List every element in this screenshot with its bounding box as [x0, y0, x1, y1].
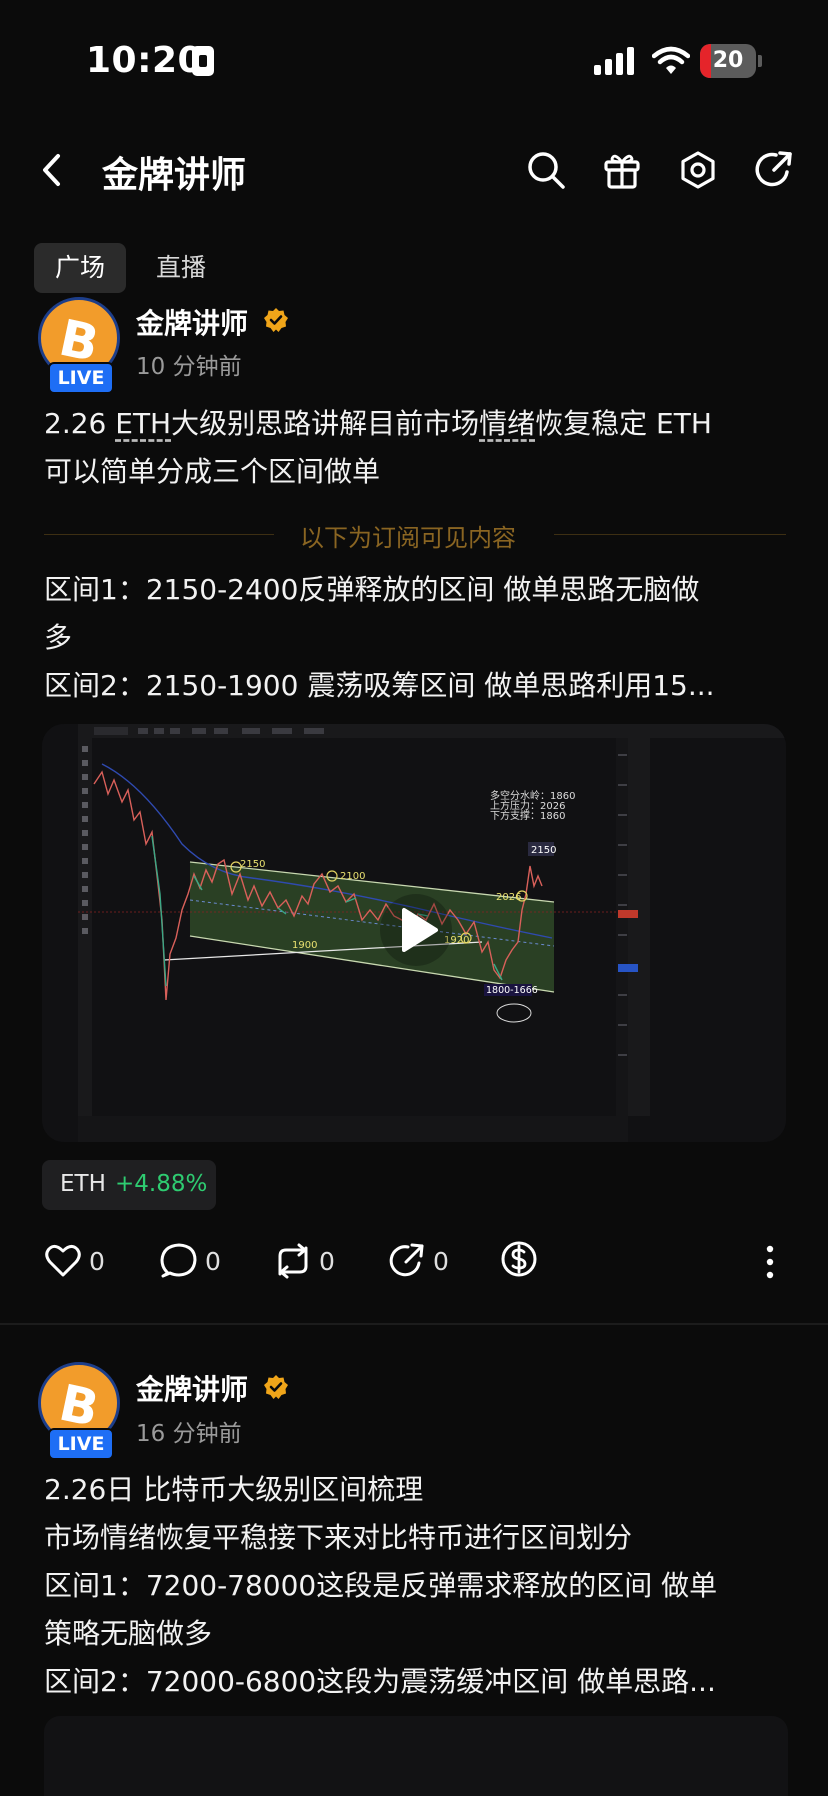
post-text[interactable]: 2.26 ETH大级别思路讲解目前市场情绪恢复稳定 ETH 可以简单分成三个区间…: [44, 400, 788, 496]
battery-indicator: 20: [700, 44, 756, 78]
author-name[interactable]: 金牌讲师: [136, 302, 248, 342]
live-badge: LIVE: [48, 362, 114, 394]
content-line: 区间1：7200-78000这段是反弹需求释放的区间 做单: [44, 1569, 718, 1602]
verified-badge-icon: [264, 1375, 288, 1399]
content-line: 区间2：2150-1900 震荡吸筹区间 做单思路利用15...: [44, 669, 715, 702]
content-line: 市场情绪恢复平稳接下来对比特币进行区间划分: [44, 1521, 633, 1554]
content-line: 区间1：2150-2400反弹释放的区间 做单思路无脑做: [44, 573, 700, 606]
settings-icon[interactable]: [678, 150, 718, 190]
share-count: 0: [433, 1247, 449, 1276]
verified-badge-icon: [264, 308, 288, 332]
page-title: 金牌讲师: [102, 155, 247, 196]
post-time: 16 分钟前: [136, 1421, 242, 1447]
content-line: 多: [44, 621, 73, 654]
subscribed-content[interactable]: 区间1：2150-2400反弹释放的区间 做单思路无脑做 多 区间2：2150-…: [44, 566, 788, 710]
svg-text:1800-1666: 1800-1666: [486, 985, 538, 996]
tab-live[interactable]: 直播: [156, 243, 206, 293]
post-text-line: 2.26 ETH大级别思路讲解目前市场情绪恢复稳定 ETH: [44, 407, 712, 440]
sim-card-icon: [192, 46, 214, 76]
comment-button[interactable]: 0: [160, 1242, 230, 1282]
author-name[interactable]: 金牌讲师: [136, 1368, 248, 1408]
comment-count: 0: [205, 1247, 221, 1276]
play-icon[interactable]: [376, 890, 456, 970]
repost-icon: [278, 1243, 308, 1279]
svg-text:下方支撑：1860: 下方支撑：1860: [490, 809, 565, 822]
like-button[interactable]: 0: [44, 1242, 114, 1282]
ticker-chip[interactable]: ETH +4.88%: [42, 1160, 216, 1210]
share-icon: [389, 1243, 424, 1277]
cellular-signal-icon: [594, 47, 636, 75]
post-time: 10 分钟前: [136, 354, 242, 380]
comment-icon: [160, 1243, 197, 1278]
back-icon[interactable]: [38, 152, 66, 188]
svg-text:2100: 2100: [340, 871, 365, 882]
tip-dollar-icon[interactable]: [500, 1240, 538, 1278]
repost-count: 0: [319, 1247, 335, 1276]
gift-icon[interactable]: [602, 150, 642, 190]
svg-text:2150: 2150: [240, 859, 265, 870]
live-badge: LIVE: [48, 1428, 114, 1460]
wifi-icon: [652, 46, 690, 74]
svg-text:2150: 2150: [531, 845, 556, 856]
svg-text:1900: 1900: [292, 940, 317, 951]
subscribe-divider-label: 以下为订阅可见内容: [300, 524, 516, 552]
share-button[interactable]: 0: [388, 1242, 458, 1282]
post-divider: [0, 1323, 828, 1325]
content-line: 策略无脑做多: [44, 1617, 213, 1650]
svg-text:2026: 2026: [496, 892, 521, 903]
post-text-line: 可以简单分成三个区间做单: [44, 455, 381, 488]
search-icon[interactable]: [526, 150, 566, 190]
next-media-preview[interactable]: [44, 1716, 788, 1796]
ticker-change: +4.88%: [115, 1171, 208, 1197]
battery-cap: [758, 55, 762, 67]
share-icon[interactable]: [754, 150, 794, 190]
like-count: 0: [89, 1247, 105, 1276]
more-options-icon[interactable]: [764, 1244, 776, 1280]
tab-square[interactable]: 广场: [34, 243, 126, 293]
battery-percent: 20: [712, 48, 744, 73]
content-line: 区间2：72000-6800这段为震荡缓冲区间 做单思路...: [44, 1665, 716, 1698]
status-time: 10:20: [86, 40, 204, 81]
post-text[interactable]: 2.26日 比特币大级别区间梳理 市场情绪恢复平稳接下来对比特币进行区间划分 区…: [44, 1466, 788, 1706]
divider-line: [44, 534, 274, 535]
repost-button[interactable]: 0: [274, 1242, 344, 1282]
heart-icon: [45, 1244, 81, 1277]
content-line: 2.26日 比特币大级别区间梳理: [44, 1473, 424, 1506]
divider-line: [554, 534, 786, 535]
ticker-symbol: ETH: [60, 1171, 106, 1197]
